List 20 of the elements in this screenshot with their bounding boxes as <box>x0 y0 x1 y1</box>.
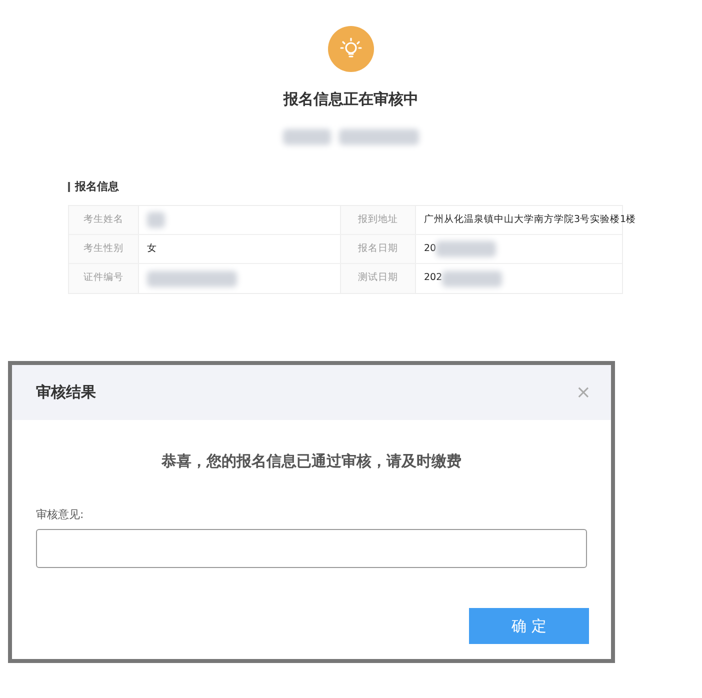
section-title: 报名信息 <box>75 178 119 194</box>
field-label: 考生性别 <box>84 242 124 256</box>
result-message: 恭喜，您的报名信息已通过审核，请及时缴费 <box>160 451 462 472</box>
input-field[interactable] <box>36 529 587 568</box>
dialog-title: 审核结果 <box>36 382 96 404</box>
close-button[interactable]: × <box>576 384 591 402</box>
field-label: 审核意见: <box>36 506 85 522</box>
redacted-mark <box>283 128 331 144</box>
lightbulb-icon <box>328 26 374 72</box>
status-title: 报名信息正在审核中 <box>284 89 418 110</box>
table-cell-text: 202 <box>424 271 442 286</box>
table-cell-text: 女 <box>147 242 157 256</box>
field-label: 证件编号 <box>84 271 124 286</box>
field-label: 报名日期 <box>358 242 398 256</box>
table-cell-text: 广州从化温泉镇中山大学南方学院3号实验楼1楼 <box>424 212 636 227</box>
field-label: 测试日期 <box>358 271 398 286</box>
table-cell-text: 20 <box>424 242 436 256</box>
field-label: 考生姓名 <box>84 212 124 227</box>
confirm-button[interactable]: 确 定 <box>469 608 589 644</box>
field-label: 报到地址 <box>358 212 398 227</box>
